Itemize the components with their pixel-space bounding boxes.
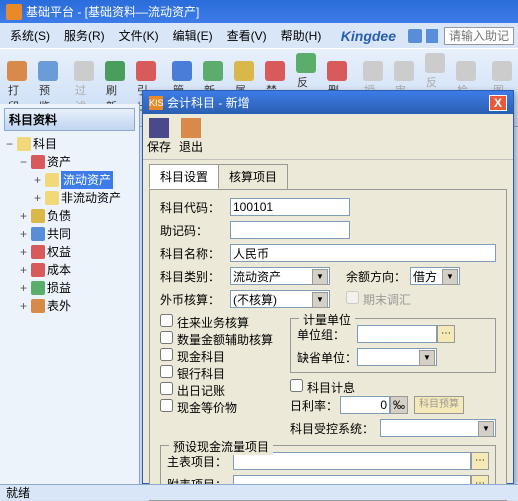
cat-select[interactable]: 流动资产 bbox=[230, 267, 330, 285]
menu-system[interactable]: 系统(S) bbox=[4, 25, 56, 46]
rate-suffix: ‰ bbox=[390, 396, 408, 414]
code-input[interactable] bbox=[230, 198, 350, 216]
cost-icon bbox=[31, 263, 45, 277]
dialog-title: 会计科目 - 新增 bbox=[167, 94, 250, 111]
chk-1[interactable] bbox=[160, 331, 173, 344]
lbl-unitgrp: 单位组： bbox=[297, 326, 357, 343]
lbl-fx: 外币核算： bbox=[160, 291, 230, 308]
off-icon bbox=[31, 299, 45, 313]
fx-select[interactable]: (不核算) bbox=[230, 290, 330, 308]
calc-check[interactable] bbox=[290, 379, 303, 392]
lbl-baldir: 余额方向： bbox=[346, 268, 406, 285]
lbl-rate: 日利率： bbox=[290, 397, 340, 414]
budget-button[interactable]: 科目预算 bbox=[414, 396, 464, 414]
dialog-new-account: KIS 会计科目 - 新增 X 保存 退出 科目设置 核算项目 科目代码： 助记… bbox=[142, 90, 514, 484]
expand-icon[interactable]: + bbox=[18, 297, 29, 315]
lbl-qmth: 期末调汇 bbox=[363, 293, 411, 307]
brand-icon bbox=[408, 29, 422, 43]
defunit-select[interactable] bbox=[357, 348, 437, 366]
tree-noncurrent-asset[interactable]: 非流动资产 bbox=[61, 189, 121, 207]
tree-equity[interactable]: 权益 bbox=[47, 243, 71, 261]
chk-5[interactable] bbox=[160, 399, 173, 412]
lbl-ctrl: 科目受控系统： bbox=[290, 420, 380, 437]
tab-settings[interactable]: 科目设置 bbox=[149, 164, 219, 189]
exit-icon bbox=[181, 118, 201, 138]
search-input[interactable] bbox=[444, 27, 514, 45]
app-icon bbox=[6, 4, 22, 20]
menu-bar: 系统(S) 服务(R) 文件(K) 编辑(E) 查看(V) 帮助(H) King… bbox=[0, 23, 518, 48]
ctrl-select[interactable] bbox=[380, 419, 496, 437]
baldir-select[interactable]: 借方 bbox=[410, 267, 460, 285]
tree: −科目 −资产 +流动资产 +非流动资产 +负债 +共同 +权益 +成本 +损益… bbox=[4, 135, 135, 315]
menu-file[interactable]: 文件(K) bbox=[113, 25, 165, 46]
expand-icon[interactable]: + bbox=[32, 189, 43, 207]
tree-off[interactable]: 表外 bbox=[47, 297, 71, 315]
expand-icon[interactable]: + bbox=[18, 207, 29, 225]
save-button[interactable]: 保存 bbox=[147, 118, 171, 155]
chk-2[interactable] bbox=[160, 348, 173, 361]
expand-icon[interactable]: + bbox=[18, 243, 29, 261]
folder-icon bbox=[45, 173, 59, 187]
chk-3[interactable] bbox=[160, 365, 173, 378]
window-title: 基础平台 - [基础资料—流动资产] bbox=[26, 3, 199, 20]
liability-icon bbox=[31, 209, 45, 223]
unitgrp-input[interactable] bbox=[357, 325, 437, 343]
lbl-mcode: 助记码： bbox=[160, 222, 230, 239]
equity-icon bbox=[31, 245, 45, 259]
asset-icon bbox=[31, 155, 45, 169]
lbl-calc: 科目计息 bbox=[307, 381, 355, 395]
save-icon bbox=[149, 118, 169, 138]
tree-common[interactable]: 共同 bbox=[47, 225, 71, 243]
tree-cost[interactable]: 成本 bbox=[47, 261, 71, 279]
name-input[interactable] bbox=[230, 244, 496, 262]
chk-0[interactable] bbox=[160, 314, 173, 327]
expand-icon[interactable]: + bbox=[18, 261, 29, 279]
lbl-cat: 科目类别： bbox=[160, 268, 230, 285]
brand-icon2 bbox=[426, 29, 438, 43]
common-icon bbox=[31, 227, 45, 241]
chk-4[interactable] bbox=[160, 382, 173, 395]
unitgrp-lookup[interactable]: ⋯ bbox=[437, 325, 455, 343]
lbl-code: 科目代码： bbox=[160, 199, 230, 216]
close-button[interactable]: X bbox=[489, 95, 507, 111]
menu-edit[interactable]: 编辑(E) bbox=[167, 25, 219, 46]
lbl-defunit: 缺省单位： bbox=[297, 349, 357, 366]
status-bar: 就绪 bbox=[0, 484, 518, 500]
qmth-check bbox=[346, 291, 359, 304]
folder-icon bbox=[17, 137, 31, 151]
cash-group-title: 预设现金流量项目 bbox=[169, 438, 273, 455]
folder-icon bbox=[45, 191, 59, 205]
dialog-icon: KIS bbox=[149, 96, 163, 110]
tree-asset[interactable]: 资产 bbox=[47, 153, 71, 171]
menu-view[interactable]: 查看(V) bbox=[221, 25, 273, 46]
tree-profit[interactable]: 损益 bbox=[47, 279, 71, 297]
brand-logo: Kingdee bbox=[335, 26, 402, 46]
sidebar-title: 科目资料 bbox=[4, 108, 135, 131]
rate-input[interactable] bbox=[340, 396, 390, 414]
expand-icon[interactable]: + bbox=[18, 279, 29, 297]
sidebar: 科目资料 −科目 −资产 +流动资产 +非流动资产 +负债 +共同 +权益 +成… bbox=[0, 104, 140, 484]
tree-root[interactable]: 科目 bbox=[33, 135, 57, 153]
unit-group-title: 计量单位 bbox=[299, 311, 355, 328]
tab-calc[interactable]: 核算项目 bbox=[218, 164, 288, 189]
tree-liability[interactable]: 负债 bbox=[47, 207, 71, 225]
lbl-main: 主表项目： bbox=[167, 453, 233, 470]
tree-current-asset[interactable]: 流动资产 bbox=[61, 171, 113, 189]
menu-service[interactable]: 服务(R) bbox=[58, 25, 111, 46]
main-lookup[interactable]: ⋯ bbox=[471, 452, 489, 470]
menu-help[interactable]: 帮助(H) bbox=[275, 25, 328, 46]
profit-icon bbox=[31, 281, 45, 295]
lbl-name: 科目名称： bbox=[160, 245, 230, 262]
expand-icon[interactable]: − bbox=[4, 135, 15, 153]
expand-icon[interactable]: + bbox=[18, 225, 29, 243]
mcode-input[interactable] bbox=[230, 221, 350, 239]
expand-icon[interactable]: + bbox=[32, 171, 43, 189]
expand-icon[interactable]: − bbox=[18, 153, 29, 171]
exit-button[interactable]: 退出 bbox=[179, 118, 203, 155]
